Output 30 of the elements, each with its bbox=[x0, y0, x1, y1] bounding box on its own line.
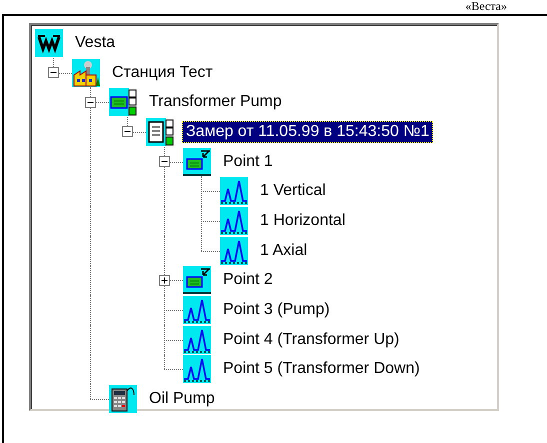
tree-item[interactable]: Point 4 (Transformer Up) bbox=[219, 328, 404, 351]
spectrum-icon bbox=[220, 206, 248, 235]
tree-item[interactable]: Oil Pump bbox=[145, 388, 219, 410]
tree-item[interactable]: Замер от 11.05.99 в 15:43:50 №1 bbox=[182, 120, 434, 143]
tree-item[interactable]: Point 5 (Transformer Down) bbox=[219, 358, 424, 380]
page-caption: «Веста» bbox=[465, 0, 507, 13]
tree-item[interactable]: 1 Axial bbox=[256, 240, 312, 262]
tree-item[interactable]: Point 1 bbox=[219, 150, 277, 173]
expand-toggle[interactable] bbox=[48, 67, 59, 78]
tree-item[interactable]: Point 3 (Pump) bbox=[219, 299, 334, 322]
document-icon bbox=[146, 118, 174, 146]
spectrum-icon bbox=[183, 326, 211, 354]
tree-item[interactable]: 1 Horizontal bbox=[256, 210, 350, 232]
spectrum-icon bbox=[220, 177, 248, 206]
tree-item[interactable]: 1 Vertical bbox=[256, 180, 330, 202]
machine-icon bbox=[109, 88, 137, 116]
tree-item[interactable]: Станция Тест bbox=[108, 62, 217, 84]
logo-icon bbox=[35, 28, 63, 57]
tree-item[interactable]: Point 2 bbox=[219, 269, 277, 292]
sensor-icon bbox=[183, 266, 211, 294]
tree-item[interactable]: Vesta bbox=[71, 32, 120, 54]
expand-toggle[interactable] bbox=[159, 274, 170, 286]
tree-item[interactable]: Transformer Pump bbox=[145, 91, 286, 114]
sensor-icon bbox=[183, 148, 211, 176]
expand-toggle[interactable] bbox=[122, 126, 133, 138]
spectrum-icon bbox=[183, 355, 211, 384]
spectrum-icon bbox=[220, 236, 248, 265]
expand-toggle[interactable] bbox=[159, 156, 170, 168]
spectrum-icon bbox=[183, 296, 211, 324]
expand-toggle[interactable] bbox=[85, 96, 96, 108]
